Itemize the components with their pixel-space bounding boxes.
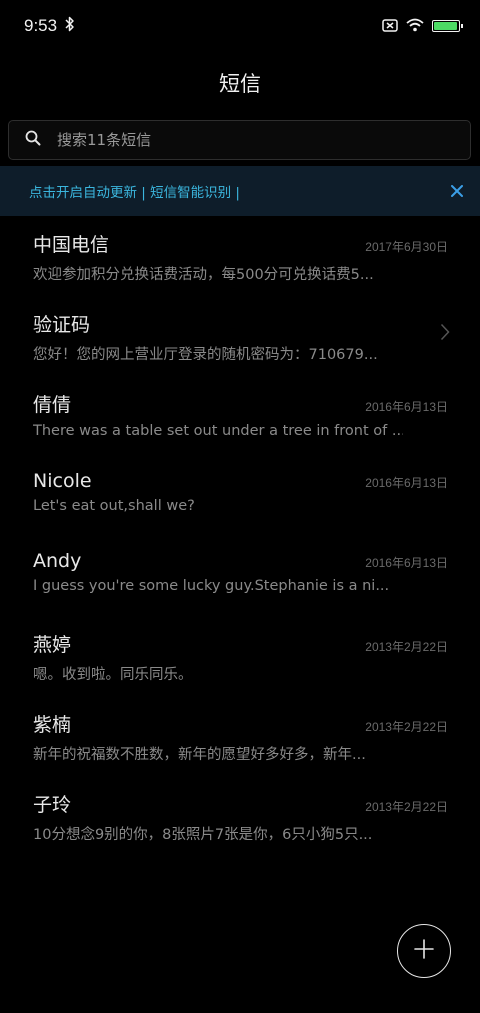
search-input[interactable] [57,125,470,155]
smart-recognition-banner: 点击开启自动更新 | 短信智能识别 | [0,166,480,216]
message-sender: Andy [33,550,82,572]
banner-link[interactable]: 点击开启自动更新 | 短信智能识别 | [29,181,240,201]
message-preview: Let's eat out,shall we? [33,498,195,514]
close-icon[interactable] [448,182,466,200]
plus-icon [414,939,434,963]
search-icon [25,130,41,150]
search-bar[interactable] [8,120,471,160]
message-preview: 欢迎参加积分兑换话费活动，每500分可兑换话费5... [33,267,374,283]
message-item-3[interactable]: Nicole 2016年6月13日 Let's eat out,shall we… [0,456,480,536]
message-date: 2016年6月13日 [365,476,448,490]
chevron-right-icon [440,323,450,345]
message-sender: 紫楠 [33,714,72,736]
message-date: 2016年6月13日 [365,556,448,570]
message-item-7[interactable]: 子玲 2013年2月22日 10分想念9别的你，8张照片7张是你，6只小狗5只.… [0,776,480,856]
message-list: 中国电信 2017年6月30日 欢迎参加积分兑换话费活动，每500分可兑换话费5… [0,216,480,856]
message-item-5[interactable]: 燕婷 2013年2月22日 嗯。收到啦。同乐同乐。 [0,616,480,696]
page-title: 短信 [219,72,261,96]
message-item-2[interactable]: 倩倩 2016年6月13日 There was a table set out … [0,376,480,456]
battery-icon [432,20,463,32]
message-sender: Nicole [33,470,92,492]
message-date: 2016年6月13日 [365,400,448,414]
status-time: 9:53 [24,16,58,35]
message-item-0[interactable]: 中国电信 2017年6月30日 欢迎参加积分兑换话费活动，每500分可兑换话费5… [0,216,480,296]
message-item-6[interactable]: 紫楠 2013年2月22日 新年的祝福数不胜数，新年的愿望好多好多，新年... [0,696,480,776]
battery-level [434,22,457,30]
wifi-icon [406,17,424,36]
message-preview: 10分想念9别的你，8张照片7张是你，6只小狗5只... [33,827,373,843]
message-date: 2013年2月22日 [365,720,448,734]
message-preview: 新年的祝福数不胜数，新年的愿望好多好多，新年... [33,747,366,763]
message-item-4[interactable]: Andy 2016年6月13日 I guess you're some luck… [0,536,480,616]
bluetooth-icon [65,16,75,36]
message-sender: 燕婷 [33,634,72,656]
new-message-button[interactable] [397,924,451,978]
message-preview: 您好！您的网上营业厅登录的随机密码为：710679... [33,347,378,363]
status-bar: 9:53 [0,0,480,52]
message-preview: I guess you're some lucky guy.Stephanie … [33,578,390,594]
status-right [382,17,463,36]
message-date: 2013年2月22日 [365,640,448,654]
message-preview: There was a table set out under a tree i… [33,423,403,439]
message-sender: 子玲 [33,794,72,816]
message-sender: 验证码 [33,314,91,336]
message-item-1[interactable]: 验证码 您好！您的网上营业厅登录的随机密码为：710679... [0,296,480,376]
message-sender: 中国电信 [33,234,110,256]
message-preview: 嗯。收到啦。同乐同乐。 [33,667,193,683]
header: 短信 [0,52,480,114]
message-sender: 倩倩 [33,394,72,416]
status-left: 9:53 [24,16,75,36]
message-date: 2013年2月22日 [365,800,448,814]
sim-disabled-icon [382,17,398,36]
message-date: 2017年6月30日 [365,240,448,254]
